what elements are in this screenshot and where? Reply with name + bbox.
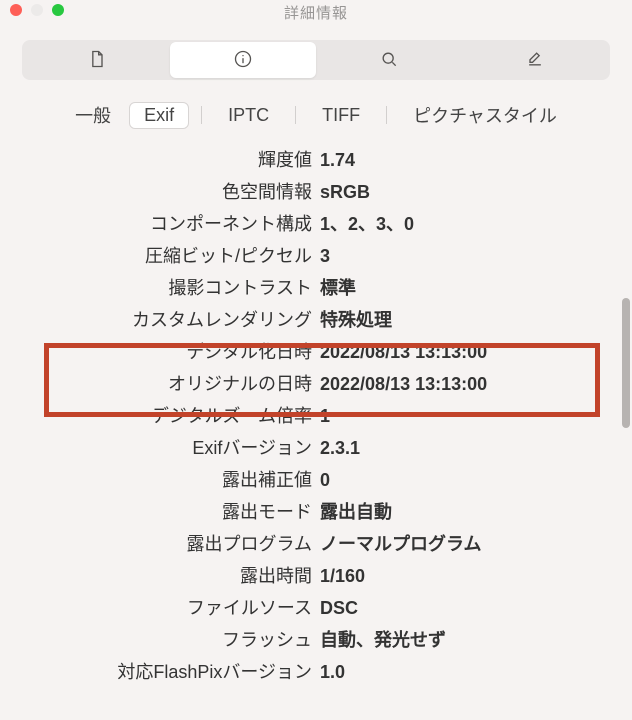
exif-row: 露出補正値0 <box>0 466 632 498</box>
zoom-window-button[interactable] <box>52 4 64 16</box>
exif-value: 1/160 <box>320 566 365 587</box>
exif-row: カスタムレンダリング特殊処理 <box>0 306 632 338</box>
exif-row: 露出プログラムノーマルプログラム <box>0 530 632 562</box>
edit-icon <box>525 49 545 72</box>
exif-label: フラッシュ <box>0 626 320 652</box>
exif-label: カスタムレンダリング <box>0 306 320 332</box>
exif-row: 圧縮ビット/ピクセル3 <box>0 242 632 274</box>
exif-value: 1.0 <box>320 662 345 683</box>
exif-label: 露出モード <box>0 498 320 524</box>
exif-value: sRGB <box>320 182 370 203</box>
exif-label: デジタル化日時 <box>0 338 320 364</box>
exif-label: 露出プログラム <box>0 530 320 556</box>
exif-row: 露出モード露出自動 <box>0 498 632 530</box>
exif-row: ファイルソースDSC <box>0 594 632 626</box>
tab-divider <box>386 106 387 124</box>
exif-value: 3 <box>320 246 330 267</box>
close-window-button[interactable] <box>10 4 22 16</box>
exif-label: ファイルソース <box>0 594 320 620</box>
exif-rows: 輝度値1.74 色空間情報sRGB コンポーネント構成1、2、3、0 圧縮ビット… <box>0 138 632 690</box>
tab-divider <box>295 106 296 124</box>
exif-label: コンポーネント構成 <box>0 210 320 236</box>
exif-row: Exifバージョン2.3.1 <box>0 434 632 466</box>
exif-value: DSC <box>320 598 358 619</box>
exif-row: コンポーネント構成1、2、3、0 <box>0 210 632 242</box>
exif-value: 自動、発光せず <box>320 626 446 652</box>
tab-exif[interactable]: Exif <box>129 102 189 129</box>
exif-label: 露出補正値 <box>0 466 320 492</box>
exif-row: デジタル化日時2022/08/13 13:13:00 <box>0 338 632 370</box>
exif-label: 対応FlashPixバージョン <box>0 658 320 684</box>
exif-row: 撮影コントラスト標準 <box>0 274 632 306</box>
exif-label: デジタルズーム倍率 <box>0 402 320 428</box>
exif-label: 輝度値 <box>0 146 320 172</box>
exif-label: 露出時間 <box>0 562 320 588</box>
exif-row: オリジナルの日時2022/08/13 13:13:00 <box>0 370 632 402</box>
exif-label: 色空間情報 <box>0 178 320 204</box>
scrollbar-thumb[interactable] <box>622 298 630 428</box>
tab-picturestyle[interactable]: ピクチャスタイル <box>399 100 571 130</box>
tab-tiff[interactable]: TIFF <box>308 103 374 128</box>
window-title: 詳細情報 <box>284 2 348 23</box>
category-tabs: 一般 Exif IPTC TIFF ピクチャスタイル <box>22 100 610 130</box>
window: 詳細情報 一般 Exif IPTC TIFF <box>0 0 632 720</box>
exif-row: フラッシュ自動、発光せず <box>0 626 632 658</box>
tab-general[interactable]: 一般 <box>61 100 125 130</box>
exif-value: 0 <box>320 470 330 491</box>
search-icon <box>379 49 399 72</box>
exif-row: 輝度値1.74 <box>0 146 632 178</box>
window-controls <box>10 4 64 16</box>
toolbar-info-tab[interactable] <box>170 42 316 78</box>
exif-value: 1、2、3、0 <box>320 210 414 236</box>
toolbar-segmented <box>22 40 610 80</box>
exif-value: 2022/08/13 13:13:00 <box>320 342 487 363</box>
toolbar-edit-tab[interactable] <box>462 42 608 78</box>
exif-value: 1.74 <box>320 150 355 171</box>
tab-divider <box>201 106 202 124</box>
titlebar: 詳細情報 <box>0 0 632 24</box>
exif-value: 1 <box>320 406 330 427</box>
toolbar-file-tab[interactable] <box>24 42 170 78</box>
exif-value: 2022/08/13 13:13:00 <box>320 374 487 395</box>
exif-label: 撮影コントラスト <box>0 274 320 300</box>
minimize-window-button[interactable] <box>31 4 43 16</box>
exif-label: Exifバージョン <box>0 434 320 460</box>
exif-value: 特殊処理 <box>320 306 392 332</box>
exif-row: 露出時間1/160 <box>0 562 632 594</box>
toolbar-search-tab[interactable] <box>316 42 462 78</box>
exif-row: 色空間情報sRGB <box>0 178 632 210</box>
exif-row: 対応FlashPixバージョン1.0 <box>0 658 632 690</box>
exif-value: 2.3.1 <box>320 438 360 459</box>
info-icon <box>233 49 253 72</box>
exif-row: デジタルズーム倍率1 <box>0 402 632 434</box>
exif-content: 輝度値1.74 色空間情報sRGB コンポーネント構成1、2、3、0 圧縮ビット… <box>0 138 632 714</box>
tab-iptc[interactable]: IPTC <box>214 103 283 128</box>
exif-label: オリジナルの日時 <box>0 370 320 396</box>
exif-value: ノーマルプログラム <box>320 530 481 556</box>
file-icon <box>87 49 107 72</box>
exif-value: 露出自動 <box>320 498 392 524</box>
exif-label: 圧縮ビット/ピクセル <box>0 242 320 268</box>
exif-value: 標準 <box>320 274 356 300</box>
